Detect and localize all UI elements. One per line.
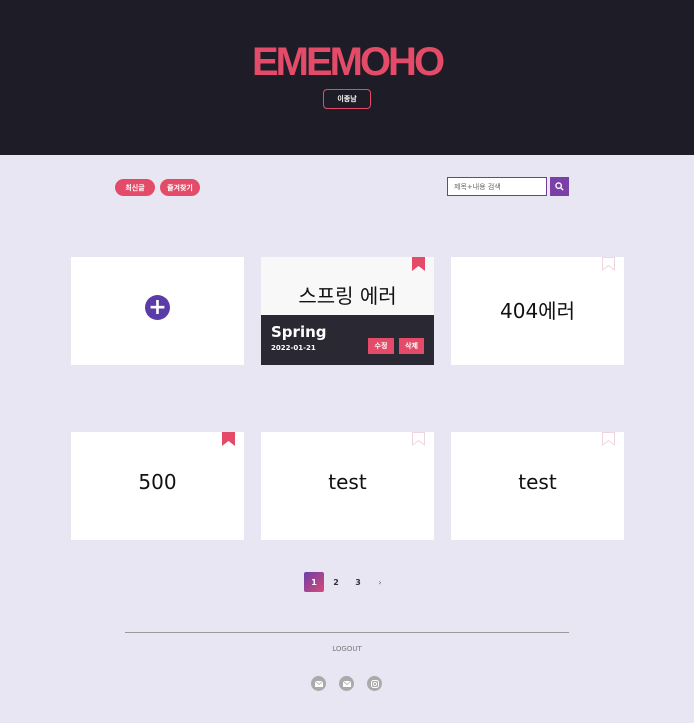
- favorites-button[interactable]: 즐겨찾기: [160, 179, 200, 196]
- footer-divider: [125, 632, 569, 633]
- delete-button[interactable]: 삭제: [399, 338, 424, 354]
- mail-icon[interactable]: [339, 676, 354, 691]
- site-header: EMEMOHO 이종남: [0, 0, 694, 155]
- bookmark-icon[interactable]: [412, 432, 425, 446]
- search-input[interactable]: 제목+내용 검색: [447, 177, 547, 196]
- mail-icon[interactable]: [311, 676, 326, 691]
- note-card[interactable]: test: [261, 432, 434, 540]
- bookmark-icon[interactable]: [412, 257, 425, 271]
- card-title: 500: [138, 470, 177, 494]
- bookmark-icon[interactable]: [602, 257, 615, 271]
- edit-button[interactable]: 수정: [368, 338, 394, 354]
- note-card[interactable]: 스프링 에러 Spring 2022-01-21 수정 삭제: [261, 257, 434, 365]
- instagram-icon[interactable]: [367, 676, 382, 691]
- page-1[interactable]: 1: [304, 572, 324, 592]
- search-icon: [555, 182, 564, 191]
- note-card[interactable]: 404에러: [451, 257, 624, 365]
- bookmark-icon[interactable]: [602, 432, 615, 446]
- note-card[interactable]: test: [451, 432, 624, 540]
- card-info-panel: Spring 2022-01-21 수정 삭제: [261, 315, 434, 365]
- card-title: 스프링 에러: [298, 284, 397, 308]
- card-title: 404에러: [500, 299, 575, 323]
- plus-icon[interactable]: +: [145, 295, 170, 320]
- note-card[interactable]: 500: [71, 432, 244, 540]
- page-2[interactable]: 2: [326, 572, 346, 592]
- next-page-button[interactable]: ›: [370, 572, 390, 592]
- user-button[interactable]: 이종남: [323, 89, 371, 109]
- card-date: 2022-01-21: [271, 344, 316, 352]
- page-3[interactable]: 3: [348, 572, 368, 592]
- bookmark-icon[interactable]: [222, 432, 235, 446]
- add-note-card[interactable]: +: [71, 257, 244, 365]
- card-title: test: [328, 470, 367, 494]
- card-preview: 스프링 에러: [261, 257, 434, 315]
- card-title: test: [518, 470, 557, 494]
- latest-button[interactable]: 최신글: [115, 179, 155, 196]
- card-subtitle: Spring: [271, 323, 327, 341]
- logout-link[interactable]: LOGOUT: [0, 645, 694, 653]
- search-button[interactable]: [550, 177, 569, 196]
- site-logo[interactable]: EMEMOHO: [0, 40, 694, 85]
